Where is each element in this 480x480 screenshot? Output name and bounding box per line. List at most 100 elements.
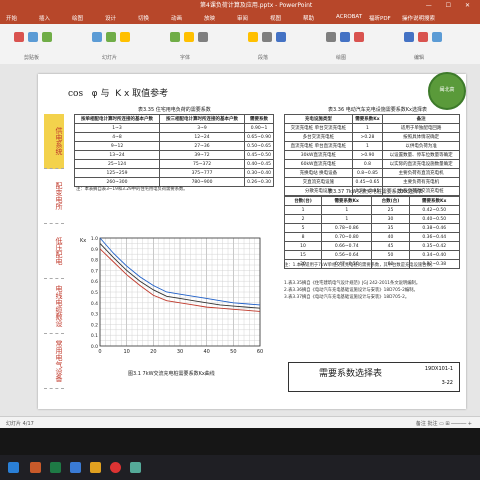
side-nav-item[interactable]: 配变电所: [44, 169, 64, 224]
slide-counter: 幻灯片 4/17: [6, 421, 34, 427]
table-cell: 3~9: [159, 123, 246, 133]
ribbon-tab[interactable]: 放映: [204, 14, 215, 22]
table-cell: 45: [371, 241, 410, 251]
ribbon-tool-icon[interactable]: [170, 32, 180, 42]
slide[interactable]: cos φ 与 K x 取值参考 闽北高 供电系统 配变电所 低压配电 电线电缆敷设常…: [38, 72, 466, 409]
side-nav-item[interactable]: 电线电缆敷设: [44, 279, 64, 334]
table-337-note: 注：1.本表适用于7kW单相交流充电桩的需要系数，其中台数是充电设施台数。: [284, 263, 436, 268]
browser-icon[interactable]: [70, 462, 81, 473]
table-row: 13~24 39~72 0.45~0.50: [73, 150, 274, 160]
x-tick-label: 20: [150, 349, 156, 355]
x-tick-label: 30: [177, 349, 183, 355]
app-icon[interactable]: [110, 462, 121, 473]
ribbon-tab[interactable]: 插入: [39, 14, 50, 22]
table-cell: 0.90~1: [244, 123, 274, 133]
ribbon-tool-icon[interactable]: [276, 32, 286, 42]
y-tick-label: 0.3: [91, 312, 98, 318]
ribbon-tab[interactable]: 开始: [6, 14, 17, 22]
window-controls[interactable]: — ☐ ✕: [426, 0, 476, 12]
ribbon-tool-icon[interactable]: [120, 32, 130, 42]
table-cell: 0.8: [351, 159, 384, 169]
ribbon-tool-icon[interactable]: [248, 32, 258, 42]
table-cell: 25: [371, 205, 410, 215]
ribbon-tool-icon[interactable]: [432, 32, 442, 42]
table-cell: 40: [371, 232, 410, 242]
ribbon-tool-icon[interactable]: [184, 32, 194, 42]
y-tick-label: 0.4: [91, 301, 98, 307]
table-cell: 0.40~0.50: [408, 214, 460, 224]
x-tick-label: 40: [203, 349, 209, 355]
ribbon-tool-icon[interactable]: [326, 32, 336, 42]
ribbon-tool-icon[interactable]: [198, 32, 208, 42]
table-cell: 75~372: [159, 159, 246, 169]
ribbon-tab[interactable]: 操作说明搜索: [402, 14, 435, 22]
view-controls[interactable]: 备注 批注 ▭ ⊞ ───── +: [416, 420, 472, 427]
ribbon-tool-icon[interactable]: [14, 32, 24, 42]
y-tick-label: 0.6: [91, 279, 98, 285]
side-nav-item[interactable]: 供电系统: [44, 114, 64, 169]
ribbon-tool-icon[interactable]: [92, 32, 102, 42]
ribbon-tab[interactable]: 绘图: [72, 14, 83, 22]
ribbon-tool-icon[interactable]: [106, 32, 116, 42]
title-block-code: 19DX101-1: [424, 366, 453, 372]
table-cell: 交流充电桩 单台交流充电桩: [284, 123, 353, 133]
ribbon-tab[interactable]: 动画: [171, 14, 182, 22]
ribbon-tool-icon[interactable]: [340, 32, 350, 42]
ribbon-tab[interactable]: 切换: [138, 14, 149, 22]
table-header-cell: 按三相配电计算时所连接的基本户数: [159, 114, 246, 124]
ribbon-group-label: 字体: [180, 55, 191, 61]
ribbon-group-label: 幻灯片: [102, 55, 118, 61]
folder-icon[interactable]: [90, 462, 101, 473]
x-tick-label: 50: [230, 349, 236, 355]
table-cell: 0.56~0.64: [321, 250, 373, 260]
ribbon-tool-icon[interactable]: [28, 32, 38, 42]
ribbon-tool-icon[interactable]: [262, 32, 272, 42]
side-nav: 供电系统 配变电所 低压配电 电线电缆敷设 常用电气设备: [44, 114, 64, 389]
table-row: 2 1 30 0.40~0.50: [283, 214, 460, 224]
table-cell: 以实际的直流充电设施数量确定: [382, 159, 460, 169]
ribbon-tab[interactable]: 审阅: [237, 14, 248, 22]
ribbon-tab[interactable]: 设计: [105, 14, 116, 22]
powerpoint-icon[interactable]: [30, 462, 41, 473]
table-header-cell: 台数(台): [371, 196, 410, 206]
ribbon-tab[interactable]: 视图: [270, 14, 281, 22]
table-row: 多台交流充电桩 >0.28 按照具体情况确定: [284, 132, 460, 142]
excel-icon[interactable]: [50, 462, 61, 473]
wechat-icon[interactable]: [130, 462, 141, 473]
table-row: 充换电站 换电设备 0.8~0.85 主要负荷有直流充电机: [284, 168, 460, 178]
table-cell: 125~259: [73, 168, 161, 178]
table-cell: 1: [283, 205, 323, 215]
table-336: 充电设施类型 需要系数Kx 备注 交流充电桩 单台交流充电桩 1 适用于单独配电回路 多台交…: [284, 114, 460, 196]
table-cell: 主要负荷有直流充电机: [382, 168, 460, 178]
start-icon[interactable]: [8, 462, 19, 473]
side-nav-item[interactable]: 低压配电: [44, 224, 64, 279]
title-block-text: 需要系数选择表: [319, 369, 383, 379]
source-line: 1.表3.35摘自《住宅建筑电气设计规范》JGJ 242-2011条文说明编制。: [284, 281, 421, 286]
ribbon-tool-icon[interactable]: [354, 32, 364, 42]
table-cell: 0.50~0.65: [244, 141, 274, 151]
table-cell: 0.70~0.80: [321, 232, 373, 242]
y-tick-label: 0.9: [91, 247, 98, 253]
ribbon-tool-icon[interactable]: [418, 32, 428, 42]
table-header-cell: 需要系数Kx: [408, 196, 460, 206]
table-row: 25~124 75~372 0.40~0.45: [73, 159, 274, 169]
table-cell: 0.36~0.44: [408, 232, 460, 242]
side-nav-item[interactable]: 常用电气设备: [44, 334, 64, 389]
table-cell: 10: [283, 241, 323, 251]
table-cell: 以供电负荷为准: [382, 141, 460, 151]
table-cell: 30: [371, 214, 410, 224]
table-cell: 0.34~0.40: [408, 250, 460, 260]
table-cell: 0.38~0.46: [408, 223, 460, 233]
ribbon-group-label: 编辑: [414, 55, 425, 61]
ribbon-tool-icon[interactable]: [42, 32, 52, 42]
table-336-caption: 表3.36 电动汽车充电设施需要系数Kx选择表: [328, 107, 427, 113]
ribbon-tab[interactable]: 帮助: [303, 14, 314, 22]
ribbon-tab[interactable]: ACROBAT: [336, 14, 362, 20]
ribbon-tool-icon[interactable]: [404, 32, 414, 42]
table-cell: 1~3: [73, 123, 161, 133]
table-cell: 充换电站 换电设备: [284, 168, 353, 178]
ribbon-tab[interactable]: 福昕PDF: [369, 14, 391, 22]
table-cell: 60kW直流充电桩: [284, 159, 353, 169]
table-cell: 8: [283, 232, 323, 242]
sources: 1.表3.35摘自《住宅建筑电气设计规范》JGJ 242-2011条文说明编制。…: [284, 280, 460, 301]
